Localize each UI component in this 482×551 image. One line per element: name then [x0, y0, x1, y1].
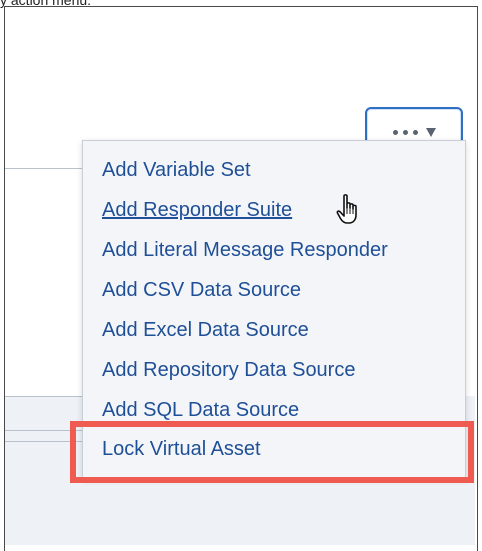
menu-item-add-literal-message-responder[interactable]: Add Literal Message Responder — [102, 239, 388, 262]
menu-item-add-sql-data-source[interactable]: Add SQL Data Source — [102, 399, 299, 422]
menu-item-add-repository-data-source[interactable]: Add Repository Data Source — [102, 359, 355, 382]
menu-item-add-responder-suite[interactable]: Add Responder Suite — [102, 199, 292, 222]
hand-pointer-cursor-icon — [336, 194, 357, 224]
background-divider — [5, 396, 85, 397]
background-divider — [5, 168, 83, 169]
caret-down-icon — [425, 127, 436, 137]
menu-item-add-excel-data-source[interactable]: Add Excel Data Source — [102, 319, 309, 342]
menu-item-add-variable-set[interactable]: Add Variable Set — [102, 159, 251, 182]
highlight-box — [70, 421, 474, 483]
more-actions-icon — [392, 129, 418, 135]
menu-item-add-csv-data-source[interactable]: Add CSV Data Source — [102, 279, 301, 302]
